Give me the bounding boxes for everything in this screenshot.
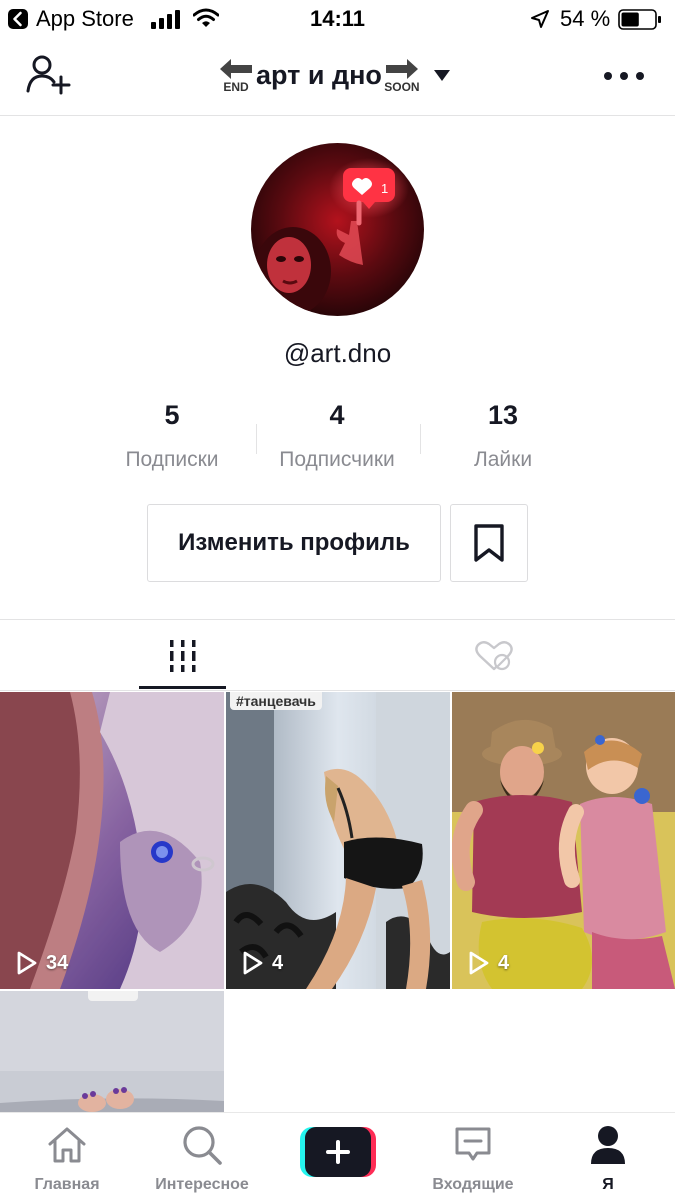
dot-icon xyxy=(620,72,628,80)
view-count: 4 xyxy=(242,951,283,975)
left-arrow-icon xyxy=(220,58,252,79)
tab-inbox[interactable]: Входящие xyxy=(408,1123,538,1194)
add-user-icon xyxy=(26,55,71,95)
battery-percent: 54 % xyxy=(560,6,611,31)
account-name: арт и дно xyxy=(256,59,382,90)
view-count-label: 4 xyxy=(272,951,284,974)
home-icon xyxy=(48,1127,86,1163)
video-preview xyxy=(452,692,675,989)
play-icon xyxy=(17,951,37,975)
view-count: 34 xyxy=(16,951,68,975)
following-stat[interactable]: 5 Подписки xyxy=(82,400,262,472)
tab-home-label: Главная xyxy=(34,1176,100,1193)
soon-tag-label: SOON xyxy=(384,79,420,94)
location-arrow-icon xyxy=(530,9,550,34)
plus-icon xyxy=(326,1140,350,1164)
add-friend-button[interactable] xyxy=(26,54,74,98)
tab-liked[interactable] xyxy=(450,620,537,691)
status-bar: App Store 14:11 54 % xyxy=(0,0,675,38)
video-preview xyxy=(0,991,224,1112)
likes-label: Лайки xyxy=(473,448,533,471)
tab-discover-label: Интересное xyxy=(155,1176,249,1193)
likes-stat[interactable]: 13 Лайки xyxy=(413,400,593,472)
following-label: Подписки xyxy=(125,448,219,471)
bookmark-icon xyxy=(474,524,504,562)
tab-inbox-label: Входящие xyxy=(432,1176,514,1193)
view-count: 4 xyxy=(468,951,509,975)
tab-profile[interactable]: Я xyxy=(543,1123,673,1194)
inbox-icon xyxy=(455,1127,491,1161)
profile-stats: 5 Подписки 4 Подписчики 13 Лайки xyxy=(0,400,675,480)
content-tabs xyxy=(0,619,675,691)
video-thumbnail[interactable] xyxy=(0,991,224,1112)
view-count-label: 34 xyxy=(46,951,69,974)
bottom-tab-bar: Главная Интересное Входящие Я xyxy=(0,1112,675,1200)
followers-label: Подписчики xyxy=(279,448,395,471)
end-tag-label: END xyxy=(223,79,249,94)
following-count: 5 xyxy=(164,400,180,430)
dot-icon xyxy=(636,72,644,80)
favorites-button[interactable] xyxy=(450,504,528,582)
hashtag-badge: #танцевачь xyxy=(230,692,322,710)
video-thumbnail[interactable]: 4 xyxy=(452,692,675,989)
tab-discover[interactable]: Интересное xyxy=(137,1123,267,1194)
right-arrow-icon xyxy=(385,58,418,79)
profile-header: END арт и дно SOON xyxy=(0,38,675,116)
account-switcher[interactable]: END арт и дно SOON xyxy=(218,55,450,95)
view-count-label: 4 xyxy=(498,951,510,974)
hidden-heart-icon xyxy=(474,640,513,670)
tab-home[interactable]: Главная xyxy=(2,1123,132,1194)
grid-icon xyxy=(169,639,195,672)
tab-profile-label: Я xyxy=(602,1176,614,1193)
edit-profile-button[interactable]: Изменить профиль xyxy=(147,504,441,582)
end-tag: END xyxy=(218,58,254,93)
battery-level xyxy=(621,12,639,27)
soon-tag: SOON xyxy=(384,58,420,93)
active-tab-indicator xyxy=(139,686,226,689)
username: @art.dno xyxy=(283,338,392,368)
video-thumbnail[interactable]: #танцевачь 4 xyxy=(226,692,450,989)
video-preview xyxy=(226,692,450,989)
create-video-button[interactable] xyxy=(300,1127,376,1177)
video-thumbnail[interactable]: 34 xyxy=(0,692,224,989)
followers-count: 4 xyxy=(329,400,345,430)
followers-stat[interactable]: 4 Подписчики xyxy=(247,400,427,472)
avatar[interactable]: 1 xyxy=(251,143,424,316)
search-icon xyxy=(183,1126,222,1165)
likes-count: 13 xyxy=(487,400,519,430)
play-icon xyxy=(243,951,263,975)
hashtag-badge xyxy=(88,991,138,1001)
notification-count: 1 xyxy=(381,181,388,196)
profile-icon xyxy=(591,1126,625,1164)
play-icon xyxy=(469,951,489,975)
dot-icon xyxy=(604,72,612,80)
tab-videos[interactable] xyxy=(139,620,226,691)
video-preview xyxy=(0,692,224,989)
chevron-down-icon xyxy=(433,69,450,81)
more-options-button[interactable] xyxy=(604,66,644,86)
battery-icon xyxy=(618,9,662,35)
